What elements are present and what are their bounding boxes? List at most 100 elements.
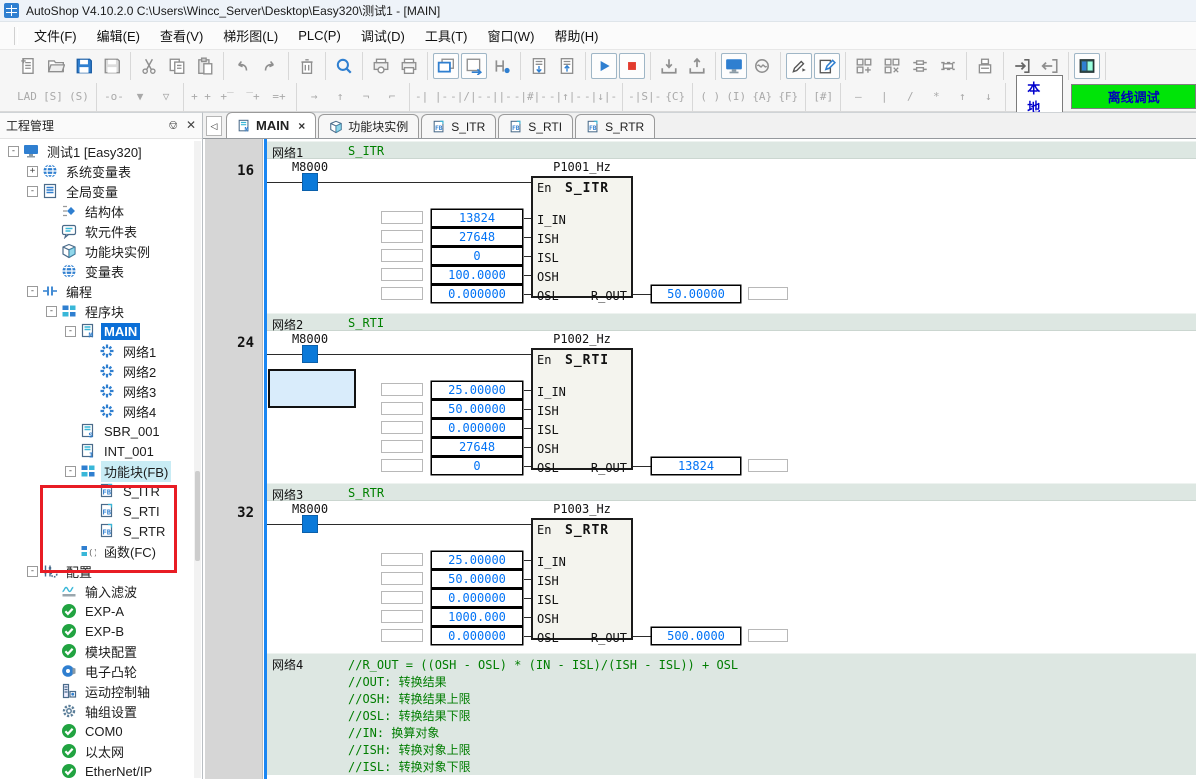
operand-comment-box[interactable]: [381, 591, 423, 604]
ladder-tool-icon[interactable]: -|/|-: [450, 85, 483, 109]
collapse-toggle[interactable]: -: [65, 326, 76, 337]
tree-item-ethernetip[interactable]: EtherNet/IP: [0, 761, 202, 779]
tree-item-[interactable]: 电子凸轮: [0, 661, 202, 681]
output-comment-box[interactable]: [748, 287, 788, 300]
ladder-tool-icon[interactable]: |: [872, 85, 896, 109]
redo-button[interactable]: [257, 53, 283, 79]
tree-item-com0[interactable]: COM0: [0, 721, 202, 741]
print-button[interactable]: [396, 53, 422, 79]
window-export-button[interactable]: [461, 53, 487, 79]
expand-toggle[interactable]: +: [27, 166, 38, 177]
oscilloscope-button[interactable]: [749, 53, 775, 79]
ladder-tool-icon[interactable]: -|S|-: [628, 85, 661, 109]
operand-comment-box[interactable]: [381, 610, 423, 623]
operand-comment-box[interactable]: [381, 629, 423, 642]
window-cascade-button[interactable]: [433, 53, 459, 79]
ladder-tool-icon[interactable]: —: [846, 85, 870, 109]
ladder-tool-icon[interactable]: ▼: [128, 85, 152, 109]
delete-button[interactable]: [294, 53, 320, 79]
input-value-box[interactable]: 100.0000: [431, 266, 523, 284]
menu-item-8[interactable]: 窗口(W): [477, 22, 544, 49]
ladder-tool-icon[interactable]: ⌐: [380, 85, 404, 109]
tree-item-s_rtr[interactable]: FBS_RTR: [0, 521, 202, 541]
collapse-toggle[interactable]: -: [46, 306, 57, 317]
function-block-s_rtr[interactable]: EnS_RTRI_INISHISLOSHOSLR_OUT: [531, 518, 633, 640]
tree-item-[interactable]: -配置: [0, 561, 202, 581]
tree-item-exp-a[interactable]: EXP-A: [0, 601, 202, 621]
operand-comment-box[interactable]: [381, 230, 423, 243]
test-button[interactable]: [972, 53, 998, 79]
tree-item-3[interactable]: 网络3: [0, 381, 202, 401]
print-preview-button[interactable]: [368, 53, 394, 79]
ladder-tool-icon[interactable]: -||-: [485, 85, 512, 109]
ladder-tool-icon[interactable]: ↓: [976, 85, 1000, 109]
tree-item-int_001[interactable]: IINT_001: [0, 441, 202, 461]
selected-cell[interactable]: [268, 369, 356, 408]
upload-button[interactable]: [684, 53, 710, 79]
pin-icon[interactable]: ⎊: [168, 118, 178, 132]
tab-s_rti[interactable]: FBS_RTI: [498, 114, 573, 138]
hotkey-button[interactable]: [489, 53, 515, 79]
network-title-3[interactable]: 网络3S_RTR: [267, 483, 1196, 501]
energized-contact[interactable]: [302, 515, 318, 533]
tab-scroll-left-button[interactable]: ◁: [206, 116, 222, 136]
operand-comment-box[interactable]: [381, 572, 423, 585]
tree-item-[interactable]: 运动控制轴: [0, 681, 202, 701]
operand-comment-box[interactable]: [381, 383, 423, 396]
ladder-tool-icon[interactable]: [S]: [41, 85, 65, 109]
tree-item-s_rti[interactable]: FBS_RTI: [0, 501, 202, 521]
network-comment-body[interactable]: //R_OUT = ((OSH - OSL) * (IN - ISL)/(ISH…: [267, 671, 1196, 775]
output-comment-box[interactable]: [748, 629, 788, 642]
ladder-tool-icon[interactable]: {F}: [776, 85, 800, 109]
new-file-button[interactable]: [15, 53, 41, 79]
network-title-2[interactable]: 网络2S_RTI: [267, 313, 1196, 331]
copy-button[interactable]: [164, 53, 190, 79]
output-comment-box[interactable]: [748, 459, 788, 472]
tree-item-sbr_001[interactable]: SSBR_001: [0, 421, 202, 441]
convert-delete-button[interactable]: [879, 53, 905, 79]
ladder-tool-icon[interactable]: [#]: [811, 85, 835, 109]
align-v-button[interactable]: [935, 53, 961, 79]
tree-item-[interactable]: 输入滤波: [0, 581, 202, 601]
output-value-box[interactable]: 13824: [651, 457, 741, 475]
import-file-button[interactable]: [526, 53, 552, 79]
output-value-box[interactable]: 500.0000: [651, 627, 741, 645]
function-block-s_itr[interactable]: EnS_ITRI_INISHISLOSHOSLR_OUT: [531, 176, 633, 298]
run-button[interactable]: [591, 53, 617, 79]
menu-item-3[interactable]: 查看(V): [150, 22, 213, 49]
tree-item-[interactable]: -编程: [0, 281, 202, 301]
input-value-box[interactable]: 0: [431, 247, 523, 265]
input-value-box[interactable]: 0.000000: [431, 285, 523, 303]
tree-item-[interactable]: 功能块实例: [0, 241, 202, 261]
open-file-button[interactable]: [43, 53, 69, 79]
download-button[interactable]: [656, 53, 682, 79]
ladder-tool-icon[interactable]: ‾+: [241, 85, 265, 109]
operand-comment-box[interactable]: [381, 459, 423, 472]
stop-button[interactable]: [619, 53, 645, 79]
tree-item-s_itr[interactable]: FBS_ITR: [0, 481, 202, 501]
tree-item-[interactable]: 变量表: [0, 261, 202, 281]
align-h-button[interactable]: [907, 53, 933, 79]
edit-button[interactable]: [814, 53, 840, 79]
ladder-tool-icon[interactable]: ▽: [154, 85, 178, 109]
panel-view-button[interactable]: [1074, 53, 1100, 79]
tab-s_rtr[interactable]: FBS_RTR: [575, 114, 655, 138]
tab-s_itr[interactable]: FBS_ITR: [421, 114, 496, 138]
menu-item-2[interactable]: 编辑(E): [87, 22, 150, 49]
ladder-tool-icon[interactable]: + +: [189, 85, 213, 109]
ladder-tool-icon[interactable]: (I): [724, 85, 748, 109]
operand-comment-box[interactable]: [381, 421, 423, 434]
ladder-tool-icon[interactable]: LAD: [15, 85, 39, 109]
ladder-tool-icon[interactable]: *: [924, 85, 948, 109]
operand-comment-box[interactable]: [381, 553, 423, 566]
collapse-toggle[interactable]: -: [27, 186, 38, 197]
input-value-box[interactable]: 0.000000: [431, 589, 523, 607]
undo-button[interactable]: [229, 53, 255, 79]
find-button[interactable]: [331, 53, 357, 79]
paste-button[interactable]: [192, 53, 218, 79]
menu-item-6[interactable]: 调试(D): [351, 22, 415, 49]
energized-contact[interactable]: [302, 345, 318, 363]
input-value-box[interactable]: 0.000000: [431, 627, 523, 645]
input-value-box[interactable]: 0.000000: [431, 419, 523, 437]
tree-item-2[interactable]: 网络2: [0, 361, 202, 381]
